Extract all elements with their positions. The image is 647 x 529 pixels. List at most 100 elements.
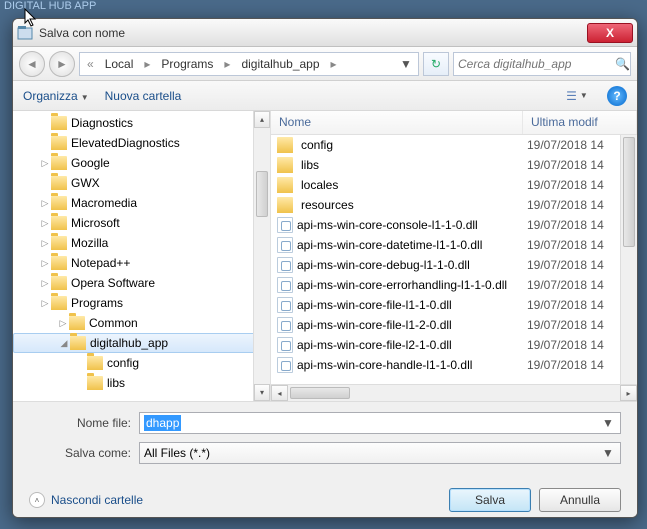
scroll-up-button[interactable]: ▴	[254, 111, 270, 128]
expand-icon[interactable]: ▷	[39, 198, 51, 209]
close-icon: X	[606, 26, 614, 40]
list-item[interactable]: api-ms-win-core-handle-l1-1-0.dll19/07/2…	[271, 355, 637, 375]
list-item[interactable]: config19/07/2018 14	[271, 135, 637, 155]
tree-node[interactable]: ▷ Opera Software	[13, 273, 270, 293]
expand-icon[interactable]: ▷	[57, 318, 69, 329]
file-list[interactable]: Nome Ultima modif config19/07/2018 14lib…	[271, 111, 637, 401]
background-title: DIGITAL HUB APP	[4, 0, 96, 12]
column-name[interactable]: Nome	[271, 111, 523, 134]
filename-label: Nome file:	[29, 416, 139, 430]
dll-file-icon	[277, 297, 293, 313]
filename-input[interactable]: dhapp ▼	[139, 412, 621, 434]
file-name: api-ms-win-core-file-l1-2-0.dll	[297, 318, 452, 332]
horizontal-scrollbar[interactable]: ◂ ▸	[271, 384, 637, 401]
tree-node[interactable]: ElevatedDiagnostics	[13, 133, 270, 153]
search-box[interactable]: 🔍	[453, 52, 631, 76]
scroll-thumb[interactable]	[256, 171, 268, 217]
tree-node[interactable]: ▷Notepad++	[13, 253, 270, 273]
back-button[interactable]: ◄	[19, 51, 45, 77]
tree-node[interactable]: ▷Microsoft	[13, 213, 270, 233]
expand-icon[interactable]: ▷	[39, 238, 51, 249]
scroll-thumb[interactable]	[623, 137, 635, 247]
save-button[interactable]: Salva	[449, 488, 531, 512]
list-item[interactable]: api-ms-win-core-debug-l1-1-0.dll19/07/20…	[271, 255, 637, 275]
tree-node[interactable]: ◢digitalhub_app	[13, 333, 270, 353]
hide-folders-link[interactable]: ˄ Nascondi cartelle	[29, 492, 143, 508]
refresh-button[interactable]: ↻	[423, 52, 449, 76]
navigation-bar: ◄ ► « Local ▸ Programs ▸ digitalhub_app …	[13, 47, 637, 81]
help-button[interactable]: ?	[607, 86, 627, 106]
cancel-button[interactable]: Annulla	[539, 488, 621, 512]
expand-icon[interactable]: ▷	[39, 218, 51, 229]
scroll-right-button[interactable]: ▸	[620, 385, 637, 401]
folder-icon	[51, 196, 67, 210]
tree-node[interactable]: config	[13, 353, 270, 373]
tree-label: Opera Software	[71, 276, 155, 290]
tree-label: Diagnostics	[71, 116, 133, 130]
expand-icon[interactable]: ▷	[39, 158, 51, 169]
list-item[interactable]: api-ms-win-core-errorhandling-l1-1-0.dll…	[271, 275, 637, 295]
close-button[interactable]: X	[587, 23, 633, 43]
address-dropdown[interactable]: ▼	[398, 57, 414, 71]
search-icon[interactable]: 🔍	[615, 57, 630, 71]
column-headers: Nome Ultima modif	[271, 111, 637, 135]
folder-tree[interactable]: Diagnostics ElevatedDiagnostics▷GoogleGWX…	[13, 111, 271, 401]
filename-dropdown[interactable]: ▼	[600, 416, 616, 430]
chevron-up-icon: ˄	[29, 492, 45, 508]
tree-scrollbar[interactable]: ▴ ▾	[253, 111, 270, 401]
organize-menu[interactable]: Organizza▼	[23, 89, 89, 103]
tree-label: Common	[89, 316, 138, 330]
list-item[interactable]: api-ms-win-core-console-l1-1-0.dll19/07/…	[271, 215, 637, 235]
breadcrumb-item[interactable]: Programs	[157, 55, 217, 73]
list-item[interactable]: api-ms-win-core-file-l2-1-0.dll19/07/201…	[271, 335, 637, 355]
column-date[interactable]: Ultima modif	[523, 111, 637, 134]
filetype-dropdown[interactable]: ▼	[600, 446, 616, 460]
file-name: api-ms-win-core-debug-l1-1-0.dll	[297, 258, 470, 272]
tree-node[interactable]: ▷ Common	[13, 313, 270, 333]
filename-value[interactable]: dhapp	[144, 415, 181, 431]
chevron-right-icon[interactable]: ▸	[328, 57, 340, 71]
breadcrumb-item[interactable]: Local	[101, 55, 138, 73]
list-item[interactable]: api-ms-win-core-file-l1-1-0.dll19/07/201…	[271, 295, 637, 315]
breadcrumb-item[interactable]: digitalhub_app	[237, 55, 323, 73]
folder-icon	[51, 216, 67, 230]
chevron-right-icon[interactable]: ▸	[141, 57, 153, 71]
folder-icon	[87, 356, 103, 370]
tree-node[interactable]: ▷Programs	[13, 293, 270, 313]
tree-node[interactable]: libs	[13, 373, 270, 393]
tree-node[interactable]: ▷Google	[13, 153, 270, 173]
breadcrumb-root-icon: «	[84, 57, 97, 71]
chevron-right-icon[interactable]: ▸	[221, 57, 233, 71]
list-item[interactable]: resources19/07/2018 14	[271, 195, 637, 215]
search-input[interactable]	[458, 57, 615, 71]
tree-node[interactable]: ▷Mozilla	[13, 233, 270, 253]
address-bar[interactable]: « Local ▸ Programs ▸ digitalhub_app ▸ ▼	[79, 52, 419, 76]
saveas-label: Salva come:	[29, 446, 139, 460]
titlebar[interactable]: Salva con nome X	[13, 19, 637, 47]
expand-icon[interactable]: ◢	[58, 338, 70, 349]
expand-icon[interactable]: ▷	[39, 298, 51, 309]
scroll-left-button[interactable]: ◂	[271, 385, 288, 401]
filetype-select[interactable]: All Files (*.*) ▼	[139, 442, 621, 464]
list-item[interactable]: api-ms-win-core-file-l1-2-0.dll19/07/201…	[271, 315, 637, 335]
scroll-down-button[interactable]: ▾	[254, 384, 270, 401]
list-item[interactable]: locales19/07/2018 14	[271, 175, 637, 195]
expand-icon[interactable]: ▷	[39, 278, 51, 289]
file-name: api-ms-win-core-console-l1-1-0.dll	[297, 218, 478, 232]
file-name: api-ms-win-core-handle-l1-1-0.dll	[297, 358, 472, 372]
tree-node[interactable]: ▷Macromedia	[13, 193, 270, 213]
forward-button[interactable]: ►	[49, 51, 75, 77]
new-folder-button[interactable]: Nuova cartella	[105, 89, 182, 103]
toolbar: Organizza▼ Nuova cartella ☰▼ ?	[13, 81, 637, 111]
list-item[interactable]: libs19/07/2018 14	[271, 155, 637, 175]
tree-node[interactable]: Diagnostics	[13, 113, 270, 133]
vertical-scrollbar[interactable]	[620, 135, 637, 384]
tree-node[interactable]: GWX	[13, 173, 270, 193]
forward-icon: ►	[56, 57, 68, 71]
expand-icon[interactable]: ▷	[39, 258, 51, 269]
folder-icon	[277, 137, 293, 153]
dll-file-icon	[277, 277, 293, 293]
list-item[interactable]: api-ms-win-core-datetime-l1-1-0.dll19/07…	[271, 235, 637, 255]
scroll-thumb[interactable]	[290, 387, 350, 399]
view-options-button[interactable]: ☰▼	[563, 85, 591, 107]
